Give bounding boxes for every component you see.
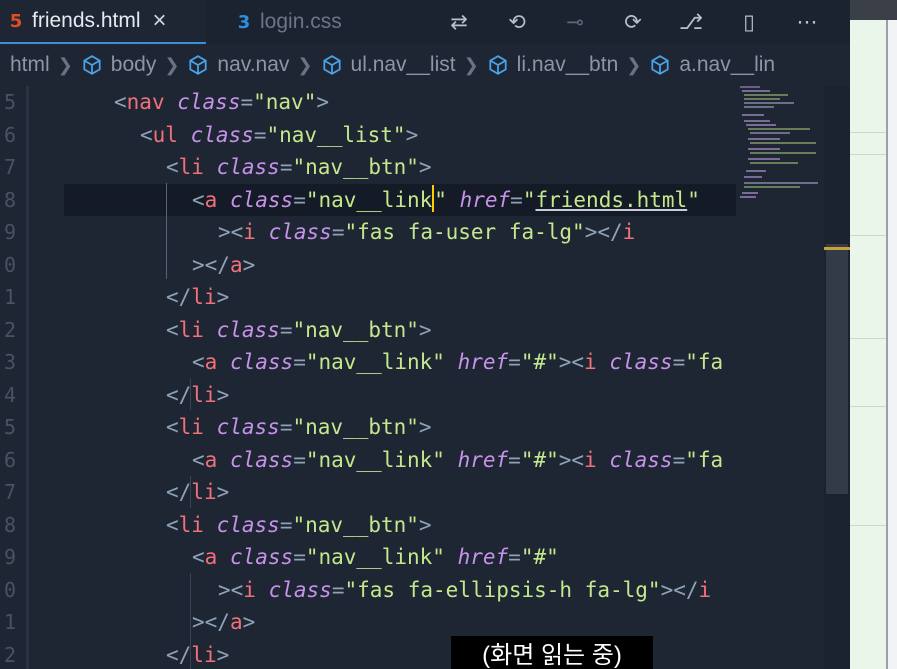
chevron-right-icon: ❯ (164, 54, 180, 75)
code-text-area[interactable]: <nav class="nav"> <ul class="nav__list">… (62, 86, 736, 669)
cube-icon (322, 55, 341, 75)
code-line: <li class="nav__btn"> (166, 415, 432, 439)
cursor-position-marker (824, 247, 850, 250)
line-number: 6 (3, 447, 16, 472)
minimap[interactable] (736, 86, 824, 669)
go-forward-icon[interactable]: ⟳ (604, 10, 662, 34)
code-line: <li class="nav__btn"> (166, 317, 432, 342)
preview-content (850, 20, 886, 669)
chevron-right-icon: ❯ (626, 54, 642, 75)
chevron-right-icon: ❯ (57, 54, 73, 75)
gutter-divider (26, 86, 29, 669)
line-number: 9 (3, 220, 16, 244)
browser-preview-strip[interactable] (850, 0, 897, 669)
go-back-icon[interactable]: ⟲ (488, 10, 546, 34)
line-number: 9 (3, 545, 16, 569)
chevron-right-icon: ❯ (297, 54, 313, 75)
code-line: ></a> (192, 610, 256, 634)
cube-icon (83, 55, 101, 75)
line-number: 4 (3, 382, 16, 407)
code-line: <a class="nav__link" href="#" (192, 545, 559, 569)
line-number: 6 (3, 122, 16, 147)
code-line: </li> (166, 480, 230, 504)
code-editor[interactable]: 5 6 7 8 9 0 1 2 3 4 5 6 7 8 9 0 1 2 <nav… (0, 86, 850, 669)
breadcrumb-item-nav[interactable]: nav.nav (217, 53, 289, 77)
git-branch-icon[interactable]: ⎇ (662, 10, 720, 34)
breadcrumb-item-a[interactable]: a.nav__lin (679, 53, 775, 77)
code-line: <a class="nav__link" href="#"><i class="… (192, 350, 724, 374)
line-number: 1 (3, 285, 16, 309)
breadcrumb-item-body[interactable]: body (111, 53, 157, 77)
code-line: </li> (166, 285, 230, 309)
vertical-scrollbar[interactable] (824, 86, 850, 669)
code-line: ><i class="fas fa-user fa-lg"></i (218, 220, 636, 244)
line-number: 0 (3, 577, 16, 602)
code-line-active: <a class="nav__link" href="friends.html" (192, 184, 700, 217)
scrollbar-thumb[interactable] (826, 244, 848, 494)
line-number: 2 (3, 642, 16, 667)
breadcrumb-item-ul[interactable]: ul.nav__list (351, 53, 456, 77)
line-number: 8 (3, 512, 16, 537)
line-number: 8 (3, 187, 16, 212)
tab-bar: 5 friends.html × 3 login.css ⇄ ⟲ ⊸ ⟳ ⎇ ▯… (0, 0, 850, 44)
tab-friends-html[interactable]: 5 friends.html × (0, 0, 206, 44)
split-editor-icon[interactable]: ▯ (720, 10, 778, 34)
close-icon[interactable]: × (153, 7, 167, 35)
preview-divider (886, 20, 888, 669)
tab-login-css[interactable]: 3 login.css (206, 0, 406, 44)
line-number: 7 (3, 480, 16, 504)
code-line: <ul class="nav__list"> (140, 122, 419, 147)
code-line: </li> (166, 642, 230, 667)
code-line: ><i class="fas fa-ellipsis-h fa-lg"></i (218, 577, 712, 602)
indent-guide (166, 183, 167, 279)
breadcrumb: html ❯ body ❯ nav.nav ❯ ul.nav__list ❯ l… (0, 44, 850, 86)
line-number: 5 (3, 90, 16, 114)
line-number-gutter: 5 6 7 8 9 0 1 2 3 4 5 6 7 8 9 0 1 2 (0, 86, 26, 669)
browser-toolbar (850, 0, 897, 20)
code-line: </li> (166, 382, 230, 407)
screen-reader-caption: (화면 읽는 중) (451, 636, 653, 669)
line-number: 3 (3, 350, 16, 374)
code-line: <li class="nav__btn"> (166, 512, 432, 537)
line-number: 2 (3, 317, 16, 342)
source-control-compare-icon[interactable]: ⇄ (430, 10, 488, 34)
code-line: <li class="nav__btn"> (166, 155, 432, 179)
html5-icon: 5 (9, 10, 23, 32)
line-number: 1 (3, 610, 16, 634)
code-line: <nav class="nav"> (114, 90, 329, 114)
css3-icon: 3 (237, 11, 251, 33)
tab-label: login.css (260, 10, 342, 33)
line-number: 0 (3, 252, 16, 277)
code-line: <a class="nav__link" href="#"><i class="… (192, 447, 724, 472)
more-actions-icon[interactable]: ⋯ (778, 10, 836, 34)
cube-icon (651, 55, 669, 75)
cube-icon (489, 55, 507, 75)
line-number: 5 (3, 415, 16, 439)
chevron-right-icon: ❯ (463, 54, 479, 75)
cube-icon (189, 55, 208, 75)
line-number: 7 (3, 155, 16, 179)
code-line: ></a> (192, 252, 256, 277)
breadcrumb-item-li[interactable]: li.nav__btn (517, 53, 619, 77)
breadcrumb-item-html[interactable]: html (10, 53, 50, 77)
editor-actions: ⇄ ⟲ ⊸ ⟳ ⎇ ▯ ⋯ (430, 0, 836, 44)
commit-icon[interactable]: ⊸ (546, 10, 604, 34)
tab-label: friends.html (32, 9, 141, 32)
